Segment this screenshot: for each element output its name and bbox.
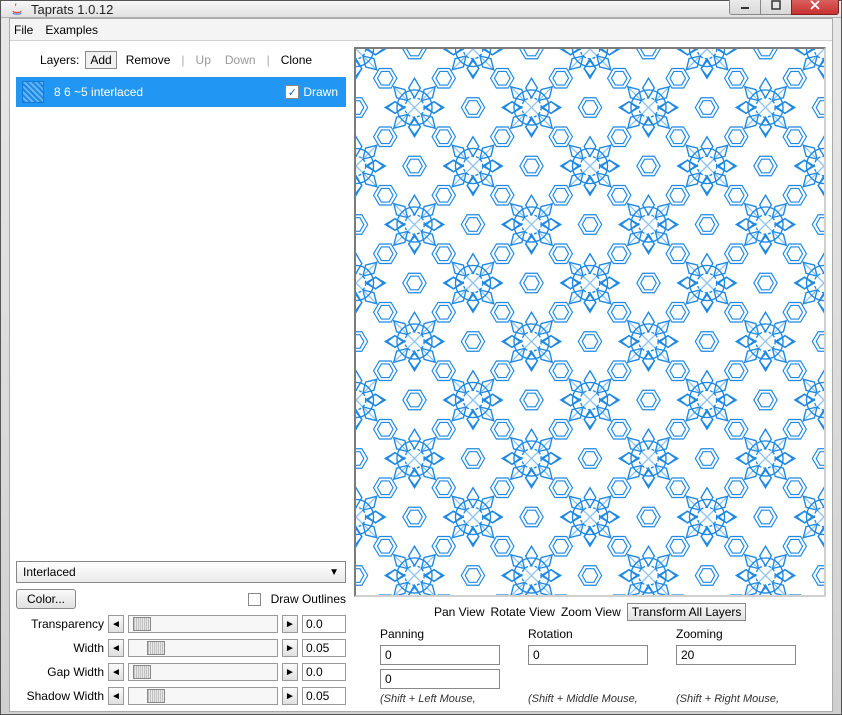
gap-width-input[interactable] — [302, 663, 346, 681]
rotate-view-button[interactable]: Rotate View — [490, 605, 554, 619]
shadow-width-input[interactable] — [302, 687, 346, 705]
transparency-input[interactable] — [302, 615, 346, 633]
content: Layers: Add Remove | Up Down | Clone 8 6… — [10, 41, 832, 711]
slider-thumb[interactable] — [133, 617, 151, 631]
titlebar[interactable]: Taprats 1.0.12 — [1, 1, 841, 18]
slider-left-button[interactable]: ◄ — [108, 615, 124, 633]
slider-thumb[interactable] — [147, 641, 165, 655]
layer-up-button[interactable]: Up — [191, 51, 216, 69]
minimize-button[interactable] — [729, 0, 761, 15]
draw-outlines-checkbox[interactable] — [248, 593, 261, 606]
layers-toolbar: Layers: Add Remove | Up Down | Clone — [16, 47, 346, 77]
layer-properties: Interlaced ▼ Color... Draw Outlines Tran… — [16, 555, 346, 705]
color-row: Color... Draw Outlines — [16, 589, 346, 609]
rotation-label: Rotation — [528, 627, 664, 641]
client-area: File Examples Layers: Add Remove | Up Do… — [9, 18, 833, 712]
shadow-width-slider[interactable] — [128, 687, 278, 705]
gap-width-slider[interactable] — [128, 663, 278, 681]
transform-all-layers-button[interactable]: Transform All Layers — [627, 603, 747, 621]
transform-grid: Panning Rotation Zooming — [354, 625, 826, 691]
draw-outlines-label: Draw Outlines — [271, 592, 346, 606]
layer-row[interactable]: 8 6 ~5 interlaced ✓ Drawn — [16, 77, 346, 107]
gap-width-row: Gap Width ◄ ► — [16, 663, 346, 681]
style-dropdown[interactable]: Interlaced ▼ — [16, 561, 346, 583]
zoom-input[interactable] — [676, 645, 796, 665]
menu-examples[interactable]: Examples — [45, 23, 98, 37]
layer-drawn-checkbox[interactable]: ✓ — [285, 85, 299, 99]
window-title: Taprats 1.0.12 — [31, 2, 730, 17]
transparency-row: Transparency ◄ ► — [16, 615, 346, 633]
toolbar-separator: | — [181, 53, 184, 67]
style-dropdown-value: Interlaced — [23, 565, 76, 579]
app-window: Taprats 1.0.12 File Examples Layers: Add — [0, 0, 842, 715]
width-row: Width ◄ ► — [16, 639, 346, 657]
hint-row: (Shift + Left Mouse, (Shift + Middle Mou… — [354, 691, 826, 705]
remove-layer-button[interactable]: Remove — [121, 51, 176, 69]
zoom-hint: (Shift + Right Mouse, — [676, 693, 824, 705]
slider-right-button[interactable]: ► — [282, 615, 298, 633]
menubar: File Examples — [10, 19, 832, 41]
toolbar-separator: | — [267, 53, 270, 67]
right-panel: Pan View Rotate View Zoom View Transform… — [354, 47, 826, 705]
pan-y-input[interactable] — [380, 669, 500, 689]
shadow-width-row: Shadow Width ◄ ► — [16, 687, 346, 705]
panning-label: Panning — [380, 627, 516, 641]
layer-down-button[interactable]: Down — [220, 51, 261, 69]
chevron-down-icon: ▼ — [329, 567, 339, 578]
window-controls — [730, 0, 841, 17]
layer-name: 8 6 ~5 interlaced — [54, 85, 285, 99]
layer-drawn-label: Drawn — [303, 85, 338, 99]
gap-width-label: Gap Width — [16, 665, 104, 679]
transparency-slider[interactable] — [128, 615, 278, 633]
rotation-input[interactable] — [528, 645, 648, 665]
left-panel: Layers: Add Remove | Up Down | Clone 8 6… — [16, 47, 346, 705]
pan-view-button[interactable]: Pan View — [434, 605, 484, 619]
shadow-width-label: Shadow Width — [16, 689, 104, 703]
rotate-hint: (Shift + Middle Mouse, — [528, 693, 676, 705]
slider-thumb[interactable] — [133, 665, 151, 679]
menu-file[interactable]: File — [14, 23, 33, 37]
clone-layer-button[interactable]: Clone — [276, 51, 317, 69]
transparency-label: Transparency — [16, 617, 104, 631]
slider-thumb[interactable] — [147, 689, 165, 703]
view-toolbar: Pan View Rotate View Zoom View Transform… — [354, 597, 826, 625]
slider-right-button[interactable]: ► — [282, 687, 298, 705]
slider-right-button[interactable]: ► — [282, 663, 298, 681]
width-input[interactable] — [302, 639, 346, 657]
slider-right-button[interactable]: ► — [282, 639, 298, 657]
pattern-canvas[interactable] — [354, 47, 826, 597]
pattern-svg — [356, 49, 824, 595]
slider-left-button[interactable]: ◄ — [108, 687, 124, 705]
slider-left-button[interactable]: ◄ — [108, 663, 124, 681]
close-button[interactable] — [791, 0, 839, 15]
pan-hint: (Shift + Left Mouse, — [380, 693, 528, 705]
add-layer-button[interactable]: Add — [85, 51, 116, 69]
layer-swatch — [22, 81, 44, 103]
pan-x-input[interactable] — [380, 645, 500, 665]
width-slider[interactable] — [128, 639, 278, 657]
layers-label: Layers: — [40, 53, 79, 67]
width-label: Width — [16, 641, 104, 655]
maximize-button[interactable] — [760, 0, 792, 15]
java-icon — [9, 1, 25, 17]
zoom-view-button[interactable]: Zoom View — [561, 605, 621, 619]
color-button[interactable]: Color... — [16, 589, 76, 609]
zooming-label: Zooming — [676, 627, 812, 641]
slider-left-button[interactable]: ◄ — [108, 639, 124, 657]
layer-list[interactable]: 8 6 ~5 interlaced ✓ Drawn — [16, 77, 346, 555]
